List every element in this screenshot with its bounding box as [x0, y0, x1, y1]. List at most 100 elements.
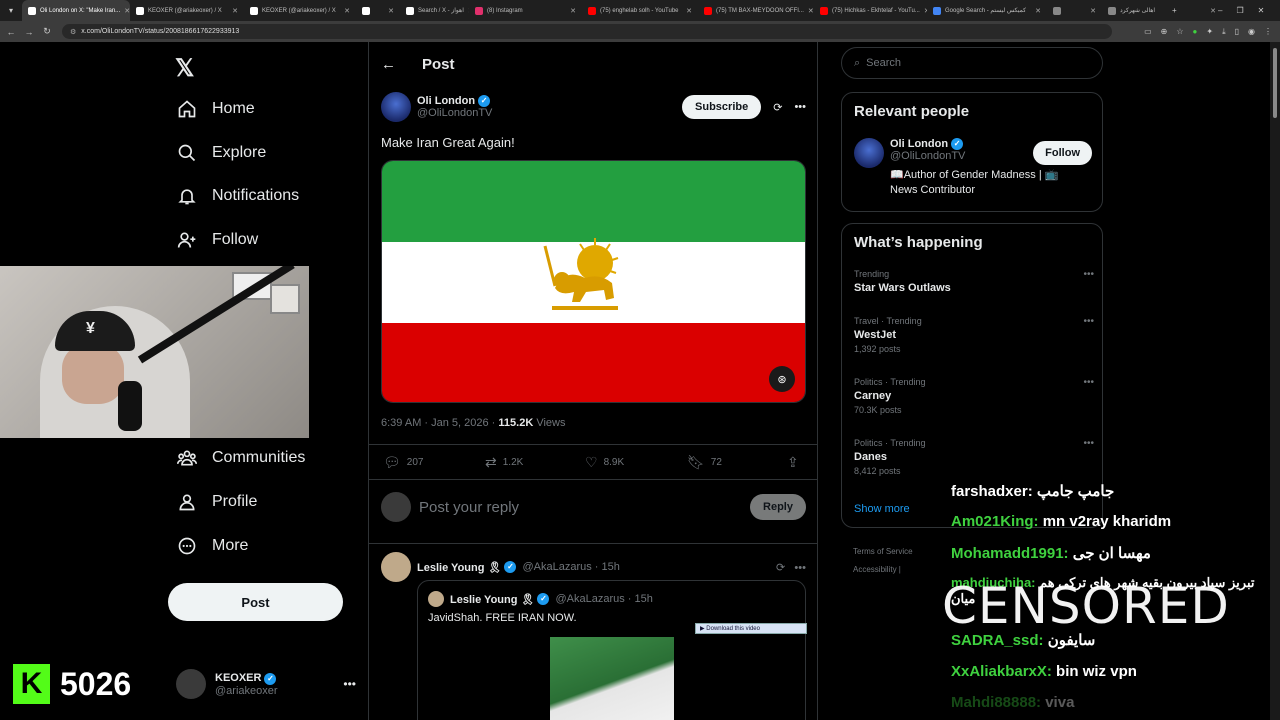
- tab-close-icon[interactable]: ✕: [804, 7, 814, 15]
- like-action[interactable]: ♡ 8.9K: [585, 454, 624, 471]
- tab-close-icon[interactable]: ✕: [1031, 7, 1041, 15]
- reply-grok-icon[interactable]: ⟳ •••: [776, 561, 806, 574]
- browser-tab[interactable]: Google Search - کمیکس لیستم ✕: [927, 0, 1047, 21]
- nav-item-follow[interactable]: Follow: [176, 229, 258, 251]
- reply-button[interactable]: Reply: [750, 494, 806, 520]
- bookmark-star-icon[interactable]: ☆: [1176, 27, 1183, 36]
- minimize-icon[interactable]: –: [1218, 6, 1222, 15]
- quoted-post[interactable]: Leslie Young 🎗 ✓ @AkaLazarus · 15h JavidS…: [417, 580, 806, 720]
- sidepanel-icon[interactable]: ▯: [1235, 27, 1239, 36]
- search-input[interactable]: ⌕ Search: [841, 47, 1103, 79]
- reply-input[interactable]: Post your reply: [419, 499, 519, 516]
- share-action[interactable]: ⇪: [787, 454, 805, 471]
- browser-tab[interactable]: Search / X - اهواز✕: [400, 0, 469, 21]
- reply-author-name[interactable]: Leslie Young 🎗 ✓: [417, 561, 517, 574]
- repost-action[interactable]: ⇄ 1.2K: [485, 454, 523, 471]
- bookmark-action[interactable]: 🔖︎ 72: [687, 454, 722, 471]
- tab-search-icon[interactable]: ▾: [2, 0, 20, 21]
- download-video-bar[interactable]: ▶ Download this video: [695, 623, 807, 634]
- trend-item[interactable]: Trending Star Wars Outlaws •••: [854, 269, 1094, 294]
- trend-more-icon[interactable]: •••: [1083, 316, 1094, 327]
- tab-close-icon[interactable]: ✕: [340, 7, 350, 15]
- site-info-icon[interactable]: ⚙: [70, 28, 76, 36]
- author-handle[interactable]: @OliLondonTV: [417, 107, 492, 119]
- extension-icon[interactable]: ●: [1193, 27, 1198, 36]
- downloads-icon[interactable]: ⤓: [1222, 27, 1226, 37]
- reply-avatar[interactable]: [381, 552, 411, 582]
- person-avatar: [854, 138, 884, 168]
- person-bio: 📖Author of Gender Madness | 📺 News Contr…: [890, 169, 1059, 196]
- url-field[interactable]: ⚙ x.com/OliLondonTV/status/2008186617622…: [62, 24, 1112, 39]
- browser-tab[interactable]: اهالی شهرکرد ✕: [1102, 0, 1222, 21]
- relevant-people-title: Relevant people: [854, 103, 970, 120]
- nav-item-communities[interactable]: Communities: [176, 447, 305, 469]
- x-logo[interactable]: 𝕏: [175, 54, 194, 83]
- author-avatar[interactable]: [381, 92, 411, 122]
- browser-tab[interactable]: KEOXER (@ariakeoxer) / X ✕: [244, 0, 356, 21]
- browser-tab[interactable]: Oli London on X: "Make Iran... ✕: [22, 0, 130, 21]
- trend-more-icon[interactable]: •••: [1083, 269, 1094, 280]
- browser-tab[interactable]: (8) Instagram ✕: [469, 0, 582, 21]
- trend-name: Carney: [854, 390, 892, 402]
- browser-tab[interactable]: KEOXER (@ariakeoxer) / X ✕: [130, 0, 244, 21]
- reply-handle[interactable]: @AkaLazarus · 15h: [522, 561, 619, 573]
- tab-close-icon[interactable]: ✕: [920, 7, 927, 15]
- browser-menu-icon[interactable]: ⋮: [1264, 27, 1272, 36]
- tab-close-icon[interactable]: ✕: [384, 7, 394, 15]
- grok-image-icon[interactable]: ⊛: [769, 366, 795, 392]
- back-arrow-icon[interactable]: ←: [381, 56, 396, 73]
- account-more-icon[interactable]: •••: [343, 677, 356, 691]
- nav-item-explore[interactable]: Explore: [176, 142, 266, 164]
- trend-item[interactable]: Politics · Trending Danes 8,412 posts ••…: [854, 438, 1094, 476]
- scrollbar-thumb[interactable]: [1273, 48, 1277, 118]
- tab-close-icon[interactable]: ✕: [1086, 7, 1096, 15]
- tab-close-icon[interactable]: ✕: [566, 7, 576, 15]
- account-switcher[interactable]: KEOXER ✓ @ariakeoxer •••: [176, 669, 356, 699]
- post-actions: 💬︎ 207 ⇄ 1.2K ♡ 8.9K 🔖︎ 72 ⇪: [369, 444, 817, 480]
- subscribe-button[interactable]: Subscribe: [682, 95, 762, 119]
- back-icon[interactable]: ←: [4, 27, 18, 37]
- zoom-icon[interactable]: ⊕: [1161, 27, 1168, 36]
- maximize-icon[interactable]: ❐: [1236, 6, 1243, 15]
- quote-image[interactable]: [550, 637, 674, 720]
- post-button[interactable]: Post: [168, 583, 343, 621]
- tab-close-icon[interactable]: ✕: [1206, 7, 1216, 15]
- trend-item[interactable]: Travel · Trending WestJet 1,392 posts ••…: [854, 316, 1094, 354]
- new-tab-button[interactable]: +: [1172, 0, 1177, 21]
- nav-label-follow: Follow: [212, 231, 259, 248]
- accessibility-link[interactable]: Accessibility |: [853, 565, 901, 574]
- grok-icon[interactable]: ⟳: [773, 101, 782, 114]
- tab-close-icon[interactable]: ✕: [228, 7, 238, 15]
- tab-close-icon[interactable]: ✕: [120, 7, 130, 15]
- browser-tab[interactable]: ✕: [356, 0, 400, 21]
- nav-item-profile[interactable]: Profile: [176, 491, 257, 513]
- reply-action[interactable]: 💬︎ 207: [383, 454, 423, 471]
- nav-item-notifications[interactable]: Notifications: [176, 185, 299, 207]
- page-scrollbar[interactable]: [1270, 42, 1280, 720]
- profile-avatar-icon[interactable]: ◉: [1248, 27, 1255, 36]
- extensions-puzzle-icon[interactable]: ✦: [1206, 27, 1213, 36]
- post-timestamp[interactable]: 6:39 AM · Jan 5, 2026 ·: [381, 417, 498, 429]
- cast-icon[interactable]: ▭: [1144, 27, 1152, 36]
- terms-link[interactable]: Terms of Service: [853, 547, 913, 556]
- tab-close-icon[interactable]: ✕: [682, 7, 692, 15]
- nav-item-more[interactable]: More: [176, 535, 248, 557]
- browser-tab[interactable]: (75) TM BAX-MEYDOON OFFI... ✕: [698, 0, 814, 21]
- author-name[interactable]: Oli London ✓: [417, 95, 492, 107]
- chat-text: bin wiz vpn: [1051, 663, 1137, 680]
- trend-more-icon[interactable]: •••: [1083, 377, 1094, 388]
- trend-item[interactable]: Politics · Trending Carney 70.3K posts •…: [854, 377, 1094, 415]
- post-image[interactable]: ⊛: [381, 160, 806, 403]
- browser-tab[interactable]: ✕: [1047, 0, 1102, 21]
- show-more-link[interactable]: Show more: [854, 503, 910, 515]
- browser-tab[interactable]: (75) enghelab solh - YouTube ✕: [582, 0, 698, 21]
- forward-icon[interactable]: →: [22, 27, 36, 37]
- nav-label-profile: Profile: [212, 493, 258, 510]
- reload-icon[interactable]: ↻: [40, 26, 54, 37]
- follow-button[interactable]: Follow: [1033, 141, 1092, 165]
- trend-more-icon[interactable]: •••: [1083, 438, 1094, 449]
- nav-item-home[interactable]: Home: [176, 98, 255, 120]
- close-window-icon[interactable]: ✕: [1258, 6, 1265, 15]
- browser-tab[interactable]: (75) Hichkas - Ekhtelaf - YouTu... ✕: [814, 0, 927, 21]
- post-more-icon[interactable]: •••: [794, 101, 806, 113]
